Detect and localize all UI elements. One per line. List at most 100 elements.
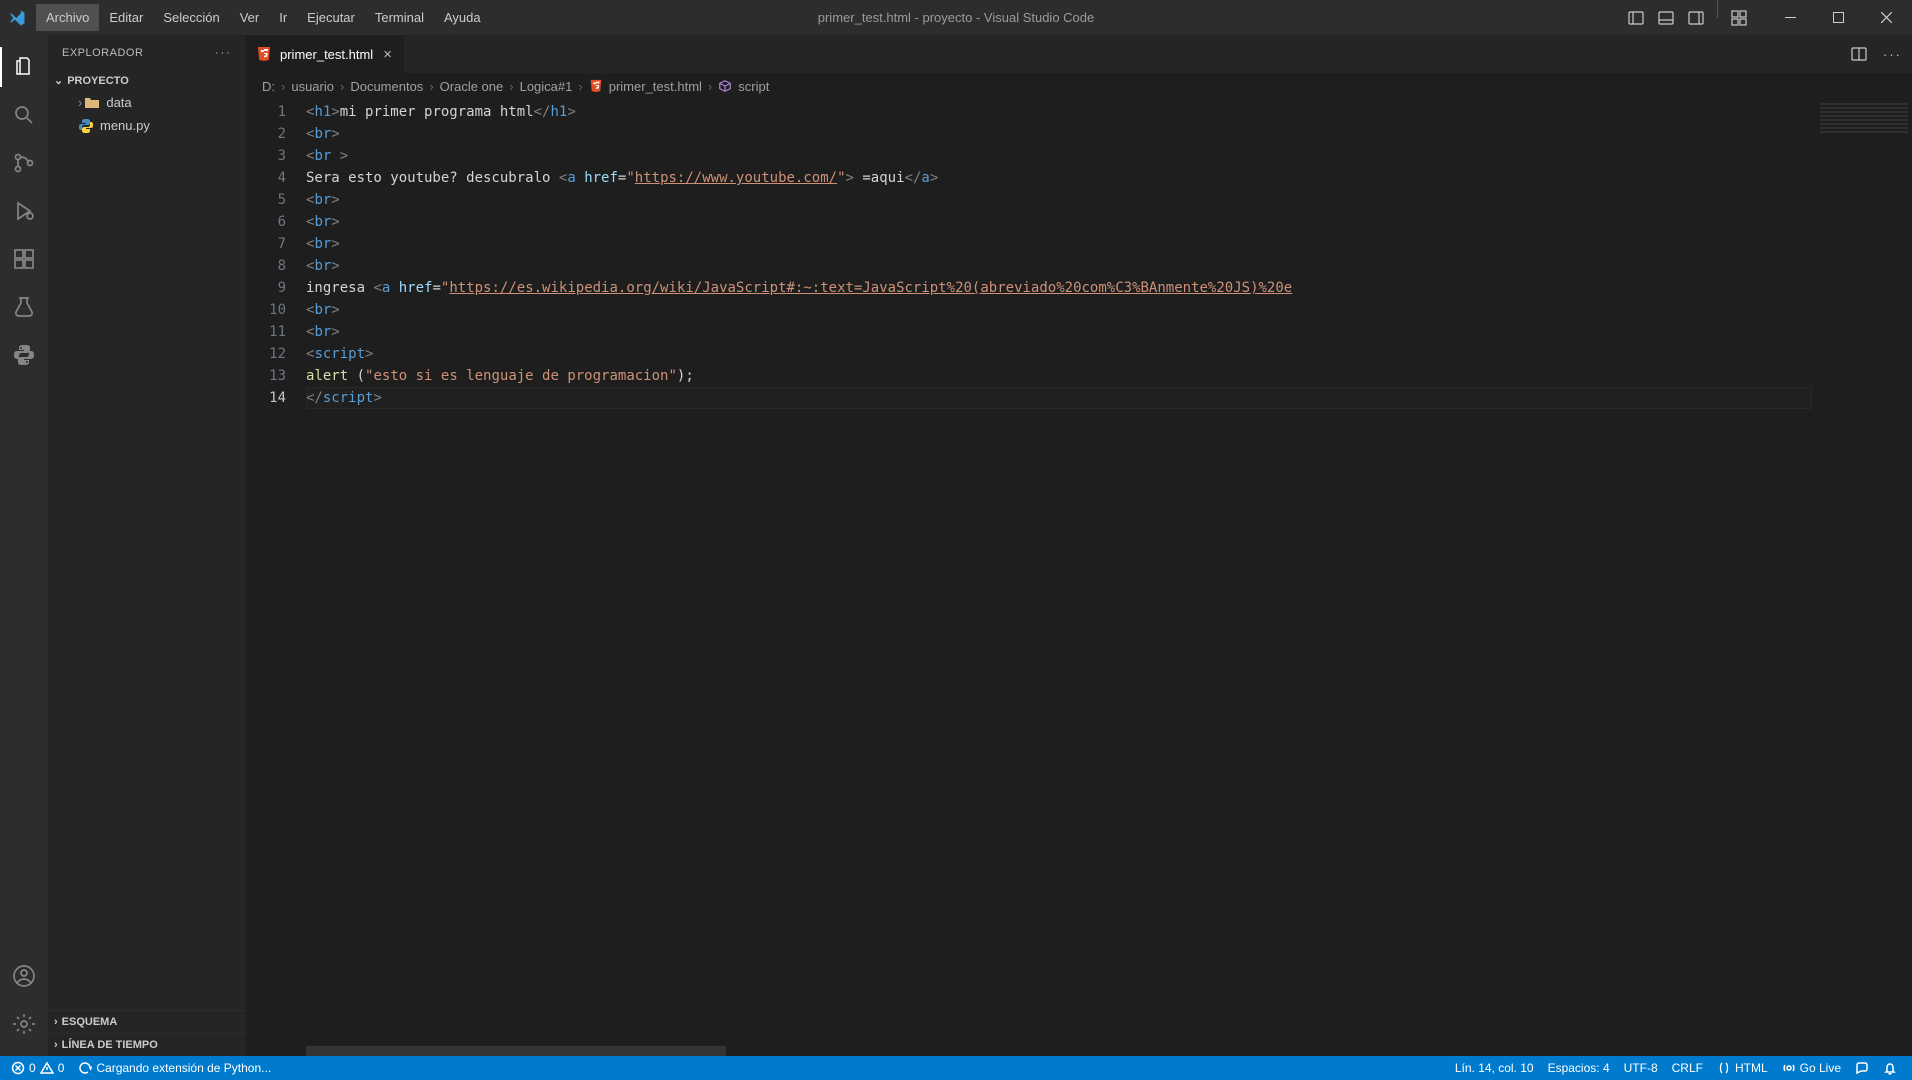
symbol-icon [718,79,732,93]
minimize-button[interactable] [1768,0,1812,35]
close-button[interactable] [1864,0,1908,35]
explorer-sidebar: EXPLORADOR ··· ⌄ PROYECTO ›datamenu.py ›… [48,35,246,1056]
code-line[interactable]: ingresa <a href="https://es.wikipedia.or… [306,277,1816,299]
activity-source-control-icon[interactable] [0,139,48,187]
chevron-down-icon: ⌄ [54,74,63,87]
code-line[interactable]: <br > [306,145,1816,167]
outline-label: ESQUEMA [62,1016,118,1028]
editor-body[interactable]: 1234567891011121314 <h1>mi primer progra… [246,99,1912,1046]
divider [1717,0,1718,18]
breadcrumbs[interactable]: D: › usuario › Documentos › Oracle one › Logica#… [246,73,1912,99]
line-number: 7 [246,233,286,255]
menu-ejecutar[interactable]: Ejecutar [297,4,365,31]
menu-archivo[interactable]: Archivo [36,4,99,31]
code-line[interactable]: Sera esto youtube? descubralo <a href="h… [306,167,1816,189]
status-notifications-icon[interactable] [1876,1056,1904,1080]
titlebar: ArchivoEditarSelecciónVerIrEjecutarTermi… [0,0,1912,35]
code-line[interactable]: <script> [306,343,1816,365]
menu-ver[interactable]: Ver [230,4,270,31]
activity-explorer-icon[interactable] [0,43,48,91]
breadcrumb-item[interactable]: usuario [291,79,334,94]
line-number: 3 [246,145,286,167]
code-line[interactable]: <br> [306,189,1816,211]
menu-selección[interactable]: Selección [153,4,229,31]
tree-item-data[interactable]: ›data [48,91,246,114]
breadcrumb-item[interactable]: Logica#1 [520,79,573,94]
code-line[interactable]: <br> [306,299,1816,321]
status-encoding[interactable]: UTF-8 [1617,1056,1665,1080]
menu-terminal[interactable]: Terminal [365,4,434,31]
status-go-live[interactable]: Go Live [1775,1056,1848,1080]
status-cursor-position[interactable]: Lín. 14, col. 10 [1448,1056,1541,1080]
chevron-right-icon: › [54,1039,58,1051]
tab-primer-test[interactable]: primer_test.html × [246,35,405,73]
menu-ayuda[interactable]: Ayuda [434,4,491,31]
status-language-mode[interactable]: HTML [1710,1056,1775,1080]
code-line[interactable]: alert ("esto si es lenguaje de programac… [306,365,1816,387]
code-line[interactable]: <br> [306,321,1816,343]
maximize-button[interactable] [1816,0,1860,35]
toggle-primary-sidebar-icon[interactable] [1621,0,1651,35]
status-loading[interactable]: Cargando extensión de Python... [71,1056,278,1080]
close-icon[interactable]: × [381,46,394,63]
tree-item-menu.py[interactable]: menu.py [48,114,246,137]
line-number: 10 [246,299,286,321]
line-number: 13 [246,365,286,387]
toggle-secondary-sidebar-icon[interactable] [1681,0,1711,35]
status-indentation[interactable]: Espacios: 4 [1541,1056,1617,1080]
tab-label: primer_test.html [280,47,373,62]
activity-bar [0,35,48,1056]
project-folder-header[interactable]: ⌄ PROYECTO [48,70,246,91]
horizontal-scrollbar[interactable] [246,1046,1912,1056]
status-end-of-line[interactable]: CRLF [1665,1056,1710,1080]
breadcrumb-item[interactable]: Documentos [350,79,423,94]
html5-icon [256,46,272,62]
chevron-right-icon: › [78,95,82,110]
activity-accounts-icon[interactable] [0,952,48,1000]
scrollbar-thumb[interactable] [306,1046,726,1056]
timeline-section[interactable]: › LÍNEA DE TIEMPO [48,1033,246,1056]
breadcrumb-symbol[interactable]: script [738,79,769,94]
activity-testing-icon[interactable] [0,283,48,331]
breadcrumb-item[interactable]: Oracle one [440,79,504,94]
chevron-right-icon: › [509,79,513,94]
code-line[interactable]: <br> [306,233,1816,255]
code-line[interactable]: <br> [306,255,1816,277]
customize-layout-icon[interactable] [1724,0,1754,35]
activity-bottom [0,952,48,1048]
layout-controls [1621,0,1754,35]
status-problems[interactable]: 0 0 [4,1056,71,1080]
code-line[interactable]: <h1>mi primer programa html</h1> [306,101,1816,123]
activity-search-icon[interactable] [0,91,48,139]
menu-ir[interactable]: Ir [269,4,297,31]
status-feedback-icon[interactable] [1848,1056,1876,1080]
breadcrumb-file[interactable]: primer_test.html [609,79,702,94]
statusbar: 0 0 Cargando extensión de Python... Lín.… [0,1056,1912,1080]
line-number: 4 [246,167,286,189]
line-number: 6 [246,211,286,233]
code-content[interactable]: <h1>mi primer programa html</h1><br><br … [306,99,1816,1046]
line-number: 14 [246,387,286,409]
activity-settings-icon[interactable] [0,1000,48,1048]
activity-extensions-icon[interactable] [0,235,48,283]
code-line[interactable]: <br> [306,211,1816,233]
activity-python-icon[interactable] [0,331,48,379]
timeline-label: LÍNEA DE TIEMPO [62,1039,158,1051]
chevron-right-icon: › [281,79,285,94]
breadcrumb-item[interactable]: D: [262,79,275,94]
menu-editar[interactable]: Editar [99,4,153,31]
toggle-panel-icon[interactable] [1651,0,1681,35]
outline-section[interactable]: › ESQUEMA [48,1010,246,1033]
chevron-right-icon: › [54,1016,58,1028]
split-editor-icon[interactable] [1851,46,1867,62]
explorer-more-icon[interactable]: ··· [215,47,232,59]
minimap[interactable] [1816,99,1912,1046]
chevron-right-icon: › [340,79,344,94]
line-number: 11 [246,321,286,343]
activity-run-debug-icon[interactable] [0,187,48,235]
code-line[interactable]: <br> [306,123,1816,145]
status-warnings-count: 0 [58,1061,65,1075]
html5-icon [589,79,603,93]
chevron-right-icon: › [429,79,433,94]
more-actions-icon[interactable]: ··· [1883,47,1902,62]
